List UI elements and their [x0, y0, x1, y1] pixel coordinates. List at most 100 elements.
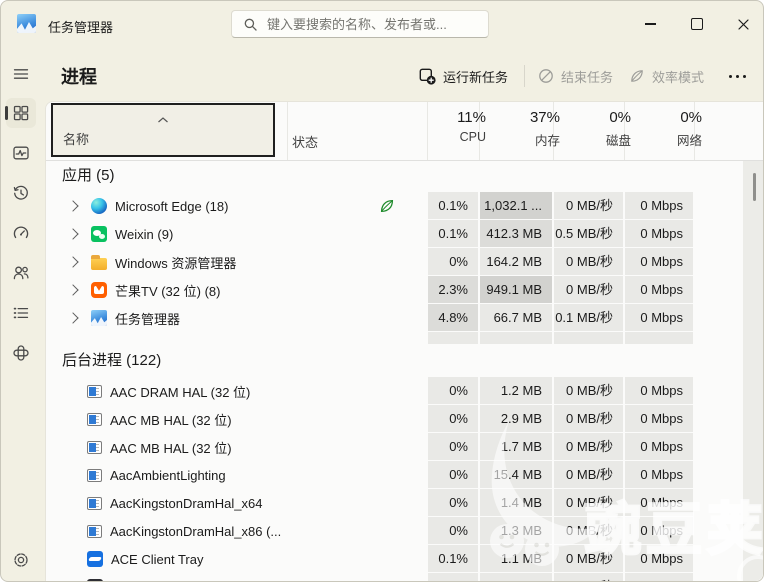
- menu-button[interactable]: [6, 59, 36, 89]
- minimize-button[interactable]: [630, 9, 670, 39]
- process-name-cell[interactable]: AcPowerNotification (32 位): [46, 573, 287, 581]
- cell-cpu[interactable]: 0.1%: [427, 545, 479, 573]
- cell-mem[interactable]: 1.7 MB: [479, 433, 553, 461]
- process-name-cell[interactable]: Windows 资源管理器: [46, 248, 287, 276]
- expand-chevron-icon[interactable]: [67, 200, 79, 212]
- run-new-task-button[interactable]: 运行新任务: [419, 63, 508, 89]
- cell-cpu[interactable]: [427, 332, 479, 345]
- sidebar-item-details[interactable]: [6, 298, 36, 328]
- cell-cpu[interactable]: 2.3%: [427, 276, 479, 304]
- process-row[interactable]: Weixin (9) 0.1% 412.3 MB 0.5 MB/秒 0 Mbps: [46, 220, 763, 248]
- process-row[interactable]: AacAmbientLighting 0% 15.4 MB 0 MB/秒 0 Mbps: [46, 461, 763, 489]
- cell-disk[interactable]: 0.1 MB/秒: [553, 304, 624, 332]
- cell-net[interactable]: [624, 332, 694, 345]
- column-header-name[interactable]: 名称: [51, 103, 275, 157]
- process-name-cell[interactable]: AacKingstonDramHal_x64: [46, 489, 287, 517]
- search-box[interactable]: [231, 10, 489, 38]
- cell-cpu[interactable]: 0%: [427, 405, 479, 433]
- cell-net[interactable]: 0 Mbps: [624, 220, 694, 248]
- cell-mem[interactable]: 1,032.1 ...: [479, 192, 553, 220]
- expand-chevron-icon[interactable]: [67, 312, 79, 324]
- column-header-cpu[interactable]: 11% CPU: [457, 109, 486, 144]
- sidebar-item-app-history[interactable]: [6, 178, 36, 208]
- process-name-cell[interactable]: AacKingstonDramHal_x86 (...: [46, 517, 287, 545]
- cell-disk[interactable]: 0 MB/秒: [553, 573, 624, 581]
- sidebar-item-services[interactable]: [6, 338, 36, 368]
- cell-disk[interactable]: 0.5 MB/秒: [553, 220, 624, 248]
- cell-mem[interactable]: 164.2 MB: [479, 248, 553, 276]
- expand-chevron-icon[interactable]: [67, 228, 79, 240]
- cell-cpu[interactable]: 0%: [427, 433, 479, 461]
- cell-cpu[interactable]: 0.1%: [427, 220, 479, 248]
- process-row[interactable]: AAC MB HAL (32 位) 0% 1.7 MB 0 MB/秒 0 Mbps: [46, 433, 763, 461]
- expand-chevron-icon[interactable]: [67, 284, 79, 296]
- process-row[interactable]: 任务管理器 4.8% 66.7 MB 0.1 MB/秒 0 Mbps: [46, 304, 763, 332]
- process-name-cell[interactable]: AAC MB HAL (32 位): [46, 405, 287, 433]
- process-row[interactable]: Microsoft Edge (18) 0.1% 1,032.1 ... 0 MB/秒…: [46, 192, 763, 220]
- cell-mem[interactable]: 66.7 MB: [479, 304, 553, 332]
- cell-mem[interactable]: 1.3 MB: [479, 517, 553, 545]
- cell-net[interactable]: 0 Mbps: [624, 405, 694, 433]
- cell-disk[interactable]: 0 MB/秒: [553, 461, 624, 489]
- cell-net[interactable]: 0 Mbps: [624, 433, 694, 461]
- cell-disk[interactable]: 0 MB/秒: [553, 545, 624, 573]
- cell-disk[interactable]: 0 MB/秒: [553, 377, 624, 405]
- column-header-disk[interactable]: 0% 磁盘: [606, 109, 631, 149]
- scrollbar-track[interactable]: [743, 161, 763, 581]
- efficiency-mode-button[interactable]: 效率模式: [629, 63, 704, 89]
- close-button[interactable]: [723, 9, 763, 39]
- sidebar-item-users[interactable]: [6, 258, 36, 288]
- search-input[interactable]: [265, 15, 469, 33]
- cell-cpu[interactable]: 0%: [427, 573, 479, 581]
- cell-mem[interactable]: 412.3 MB: [479, 220, 553, 248]
- cell-disk[interactable]: 0 MB/秒: [553, 517, 624, 545]
- cell-disk[interactable]: 0 MB/秒: [553, 276, 624, 304]
- cell-cpu[interactable]: 0.1%: [427, 192, 479, 220]
- cell-disk[interactable]: 0 MB/秒: [553, 405, 624, 433]
- scrollbar-thumb[interactable]: [753, 173, 756, 201]
- process-name-cell[interactable]: 芒果TV (32 位) (8): [46, 276, 287, 304]
- cell-mem[interactable]: 1.4 MB: [479, 489, 553, 517]
- cell-disk[interactable]: 0 MB/秒: [553, 433, 624, 461]
- more-options-button[interactable]: [729, 69, 746, 83]
- maximize-button[interactable]: [677, 9, 717, 39]
- cell-cpu[interactable]: 0%: [427, 489, 479, 517]
- process-row[interactable]: AAC DRAM HAL (32 位) 0% 1.2 MB 0 MB/秒 0 Mbps: [46, 377, 763, 405]
- process-row[interactable]: AacKingstonDramHal_x64 0% 1.4 MB 0 MB/秒 0 Mb…: [46, 489, 763, 517]
- process-row[interactable]: ACE Client Tray 0.1% 1.1 MB 0 MB/秒 0 Mbps: [46, 545, 763, 573]
- cell-disk[interactable]: [553, 332, 624, 345]
- column-header-memory[interactable]: 37% 内存: [530, 109, 560, 149]
- cell-net[interactable]: 0 Mbps: [624, 489, 694, 517]
- process-name-cell[interactable]: 任务管理器: [46, 304, 287, 332]
- process-name-cell[interactable]: AAC MB HAL (32 位): [46, 433, 287, 461]
- cell-mem[interactable]: 15.4 MB: [479, 461, 553, 489]
- process-row[interactable]: AcPowerNotification (32 位) 0%2.3 MB0 MB/秒…: [46, 573, 763, 581]
- cell-net[interactable]: 0 Mbps: [624, 461, 694, 489]
- cell-net[interactable]: 0 Mbps: [624, 192, 694, 220]
- cell-disk[interactable]: 0 MB/秒: [553, 192, 624, 220]
- group-header[interactable]: 应用 (5): [46, 160, 763, 192]
- cell-cpu[interactable]: 0%: [427, 248, 479, 276]
- process-name-cell[interactable]: Weixin (9): [46, 220, 287, 248]
- process-row[interactable]: 芒果TV (32 位) (8) 2.3% 949.1 MB 0 MB/秒 0 Mbps: [46, 276, 763, 304]
- cell-mem[interactable]: 949.1 MB: [479, 276, 553, 304]
- process-row[interactable]: AAC MB HAL (32 位) 0% 2.9 MB 0 MB/秒 0 Mbps: [46, 405, 763, 433]
- cell-disk[interactable]: 0 MB/秒: [553, 248, 624, 276]
- process-name-cell[interactable]: Microsoft Edge (18): [46, 192, 287, 220]
- expand-chevron-icon[interactable]: [67, 256, 79, 268]
- cell-mem[interactable]: 1.2 MB: [479, 377, 553, 405]
- cell-cpu[interactable]: 0%: [427, 517, 479, 545]
- cell-net[interactable]: 0 Mbps: [624, 573, 694, 581]
- cell-net[interactable]: 0 Mbps: [624, 545, 694, 573]
- cell-disk[interactable]: 0 MB/秒: [553, 489, 624, 517]
- cell-net[interactable]: 0 Mbps: [624, 377, 694, 405]
- cell-cpu[interactable]: 0%: [427, 377, 479, 405]
- cell-mem[interactable]: 1.1 MB: [479, 545, 553, 573]
- process-row[interactable]: AacKingstonDramHal_x86 (... 0% 1.3 MB 0 MB/…: [46, 517, 763, 545]
- cell-net[interactable]: 0 Mbps: [624, 248, 694, 276]
- group-header[interactable]: 后台进程 (122): [46, 345, 763, 377]
- column-header-status[interactable]: 状态: [292, 132, 318, 151]
- cell-mem[interactable]: [479, 332, 553, 345]
- process-name-cell[interactable]: AacAmbientLighting: [46, 461, 287, 489]
- process-name-cell[interactable]: AAC DRAM HAL (32 位): [46, 377, 287, 405]
